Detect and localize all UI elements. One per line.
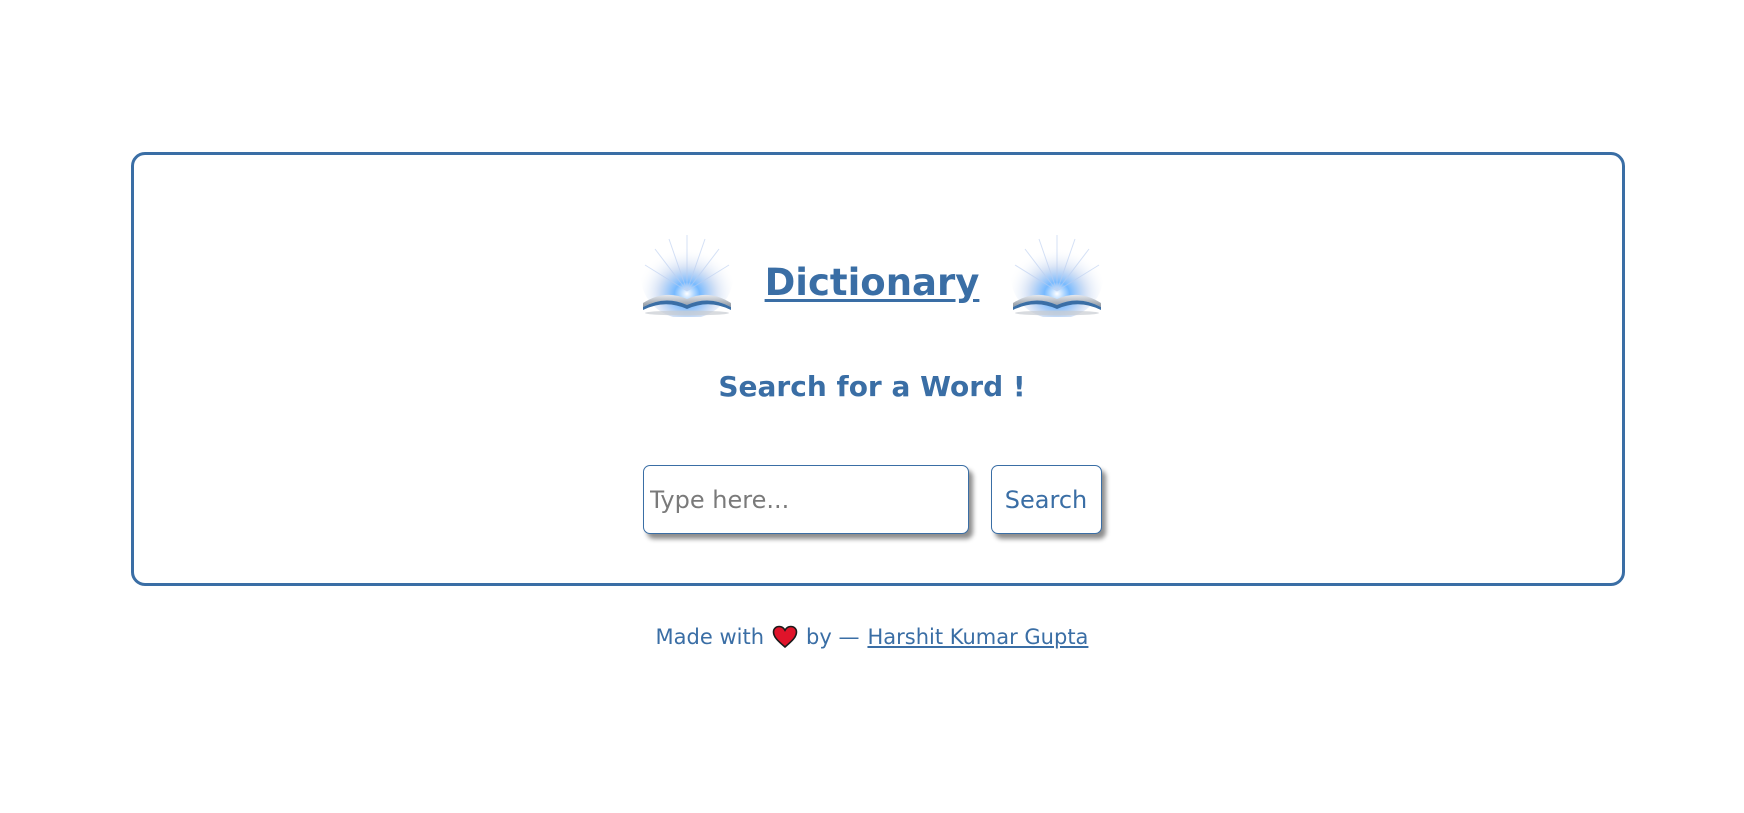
search-input[interactable] xyxy=(642,465,969,534)
search-subtitle: Search for a Word ! xyxy=(718,370,1026,403)
page-title[interactable]: Dictionary xyxy=(765,261,980,304)
title-row: Dictionary xyxy=(0,230,1744,320)
open-book-glow-icon xyxy=(1011,235,1104,317)
heart-icon xyxy=(772,625,798,649)
search-form: Search xyxy=(0,465,1744,534)
footer: Made with by — Harshit Kumar Gupta xyxy=(0,625,1744,649)
author-link[interactable]: Harshit Kumar Gupta xyxy=(867,625,1088,649)
search-button[interactable]: Search xyxy=(990,465,1102,534)
open-book-glow-icon xyxy=(640,235,733,317)
footer-by-text: by — xyxy=(806,625,860,649)
footer-made-with-text: Made with xyxy=(655,625,765,649)
